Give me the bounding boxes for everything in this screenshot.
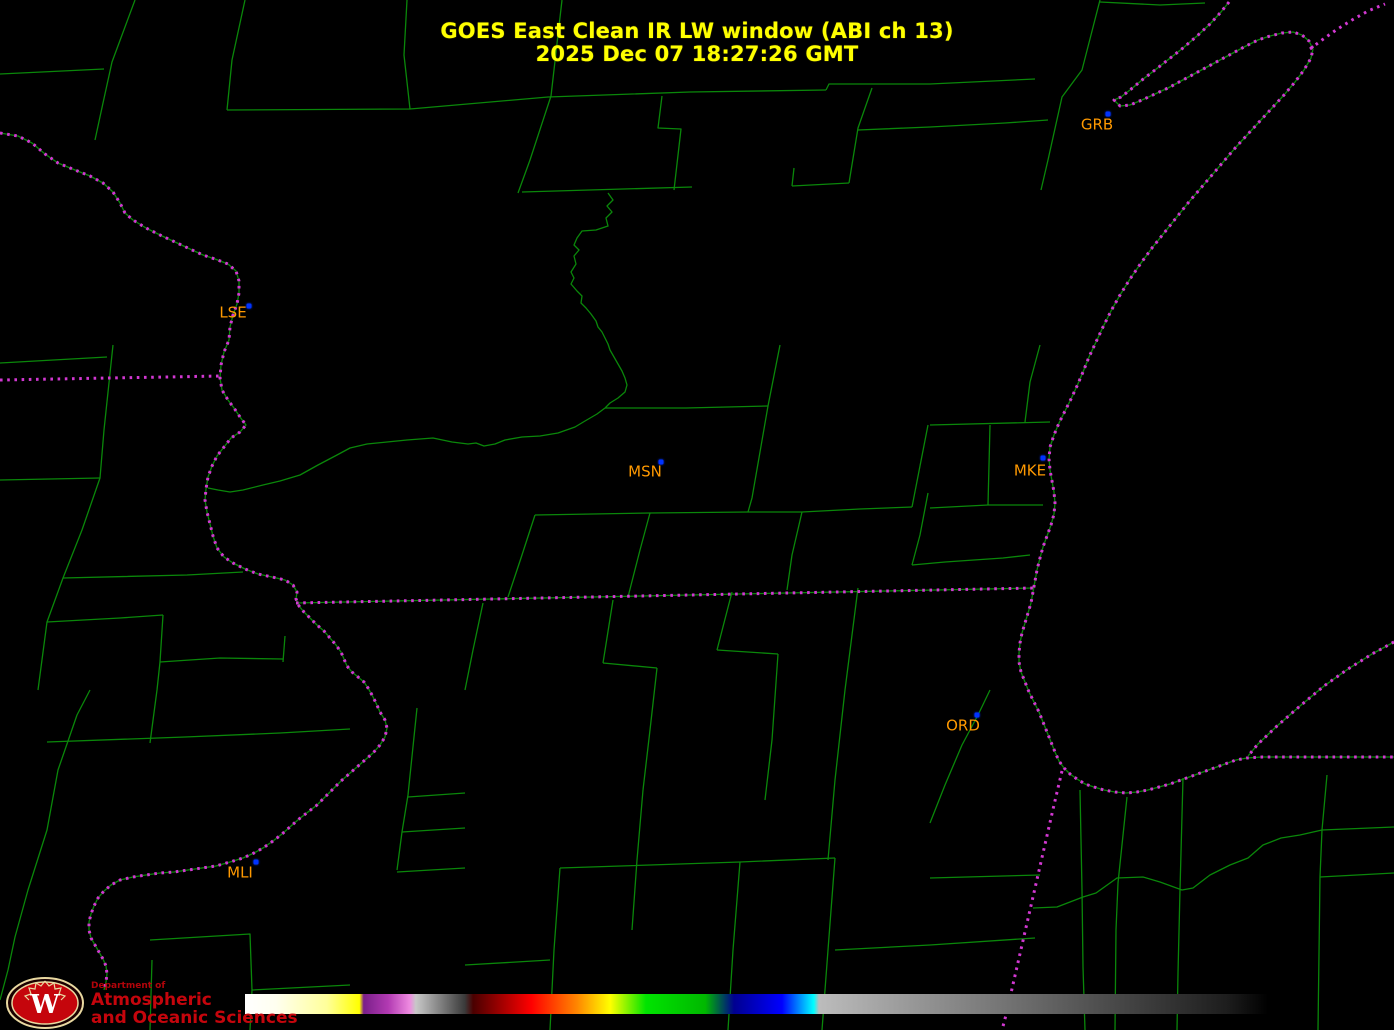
ir-temperature-colorbar [245, 994, 1268, 1014]
station-label-msn: MSN [628, 462, 662, 481]
logo-text: Department of Atmospheric and Oceanic Sc… [91, 977, 298, 1027]
station-marker-mli [253, 859, 259, 865]
logo-line-2: Atmospheric [91, 990, 212, 1010]
station-label-lse: LSE [219, 303, 247, 322]
station-label-ord: ORD [946, 716, 980, 735]
uw-crest-icon: W [6, 977, 84, 1029]
uw-aos-logo: W Department of Atmospheric and Oceanic … [5, 977, 298, 1029]
title-line-2: 2025 Dec 07 18:27:26 GMT [535, 42, 859, 66]
image-title: GOES East Clean IR LW window (ABI ch 13)… [0, 20, 1394, 66]
station-marker-mke [1040, 455, 1046, 461]
station-marker-lse [246, 303, 252, 309]
station-label-mli: MLI [227, 863, 253, 882]
station-label-grb: GRB [1080, 115, 1114, 134]
crest-letter: W [29, 990, 60, 1020]
goes-satellite-viewer: GOES East Clean IR LW window (ABI ch 13)… [0, 0, 1394, 1030]
logo-line-3: and Oceanic Sciences [91, 1008, 298, 1028]
title-line-1: GOES East Clean IR LW window (ABI ch 13) [440, 19, 954, 43]
satellite-map-canvas [0, 0, 1394, 1030]
logo-dept-line: Department of [91, 981, 166, 991]
station-label-mke: MKE [1013, 461, 1047, 480]
